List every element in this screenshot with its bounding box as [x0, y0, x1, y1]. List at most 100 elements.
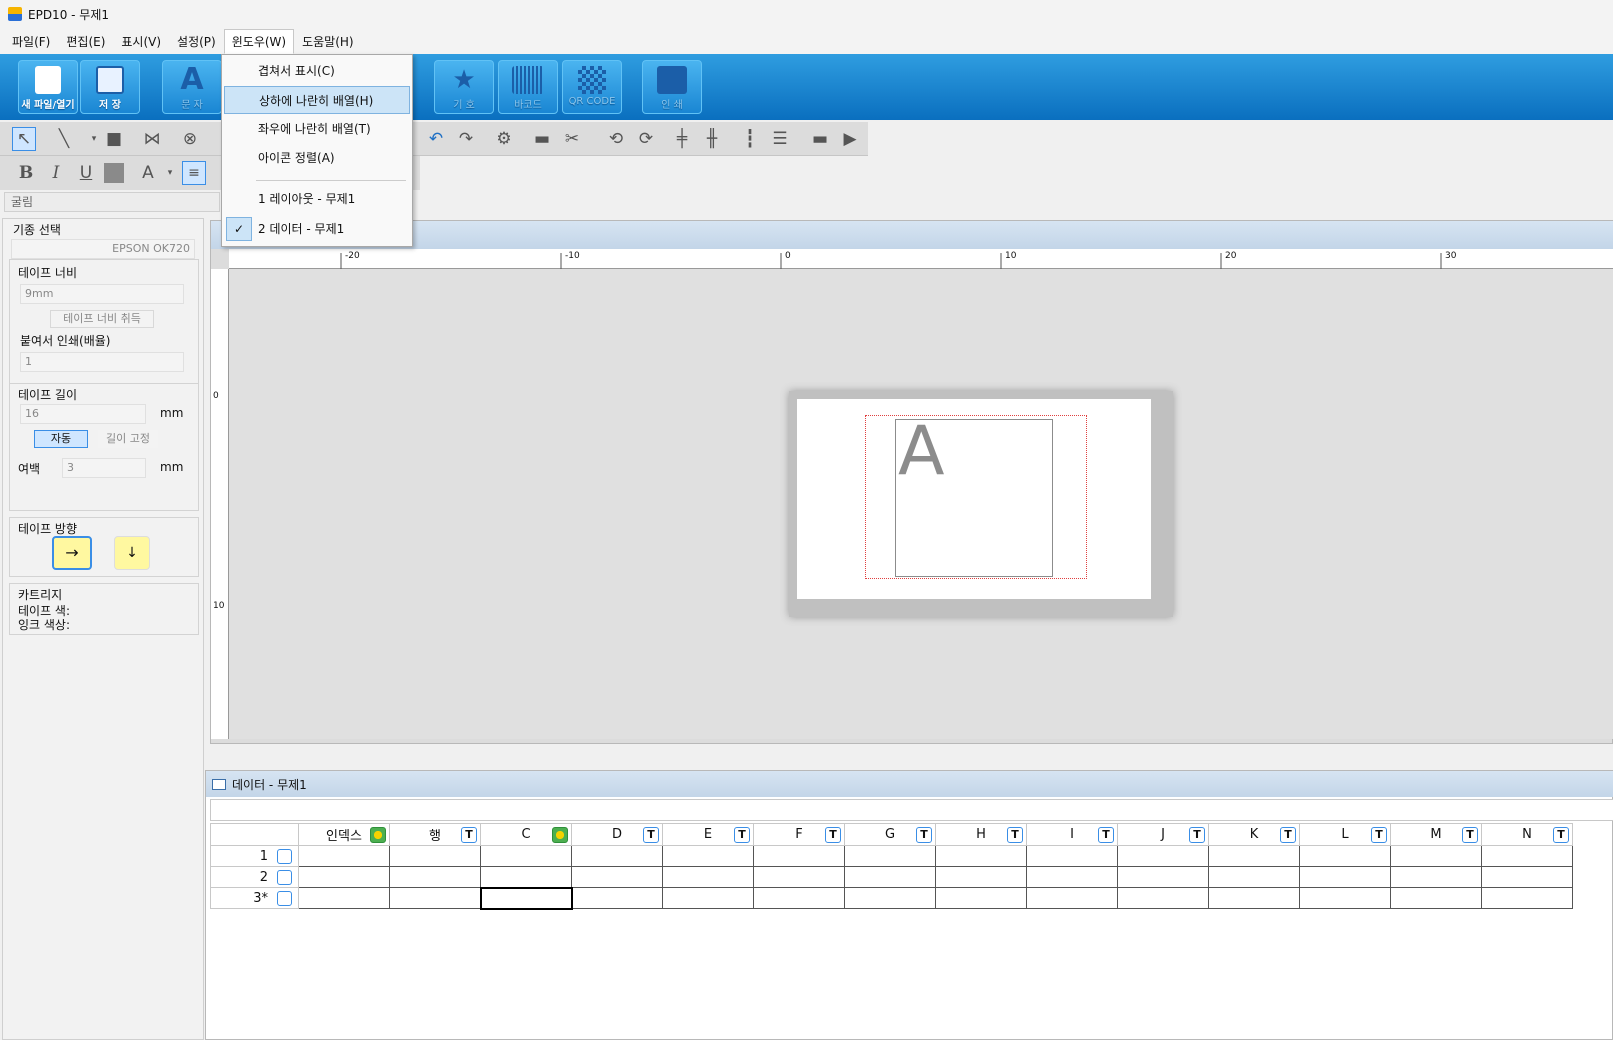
symbol-button[interactable]: ★ 기 호: [434, 60, 494, 114]
column-header[interactable]: 행T: [389, 823, 481, 846]
bold-icon[interactable]: B: [14, 161, 38, 185]
horizontal-direction-icon[interactable]: →: [52, 536, 92, 570]
grid-cell[interactable]: [1026, 887, 1118, 909]
cell-input-bar[interactable]: [210, 799, 1613, 821]
grid-cell[interactable]: [753, 866, 845, 888]
grid-cell[interactable]: [844, 887, 936, 909]
grid-cell[interactable]: [753, 887, 845, 909]
grid-cell[interactable]: [1117, 845, 1209, 867]
menu-edit[interactable]: 편집(E): [58, 29, 113, 54]
grid-cell[interactable]: [571, 887, 663, 909]
column-header[interactable]: DT: [571, 823, 663, 846]
text-type-icon[interactable]: T: [1371, 827, 1387, 843]
grid-cell[interactable]: [298, 887, 390, 909]
column-header[interactable]: GT: [844, 823, 936, 846]
grid-cell[interactable]: [1117, 887, 1209, 909]
text-type-icon[interactable]: T: [1280, 827, 1296, 843]
grid-cell[interactable]: [753, 845, 845, 867]
grid-cell[interactable]: [1390, 866, 1482, 888]
column-header[interactable]: JT: [1117, 823, 1209, 846]
grid-cell[interactable]: [662, 845, 754, 867]
highlight-icon[interactable]: [104, 163, 124, 183]
grid-cell[interactable]: [1299, 887, 1391, 909]
row-header[interactable]: 3*: [210, 887, 299, 909]
text-type-icon[interactable]: T: [1098, 827, 1114, 843]
underline-icon[interactable]: U: [74, 161, 98, 185]
menu-help[interactable]: 도움말(H): [294, 29, 362, 54]
grid-cell[interactable]: [298, 845, 390, 867]
grid-cell[interactable]: [844, 866, 936, 888]
auto-length-button[interactable]: 자동: [34, 430, 88, 448]
text-type-icon[interactable]: T: [1189, 827, 1205, 843]
grid-cell[interactable]: [571, 845, 663, 867]
column-header[interactable]: ET: [662, 823, 754, 846]
grid-cell[interactable]: [1208, 845, 1300, 867]
grid-cell[interactable]: [480, 866, 572, 888]
distribute-v-icon[interactable]: ☰: [768, 127, 792, 151]
data-grid[interactable]: 인덱스 행 T C D T E T F T G T H T I T J T K T L T M T N T 1 2 3*: [210, 823, 1573, 910]
shape-rounded-icon[interactable]: ▬: [808, 127, 832, 151]
rectangle-icon[interactable]: ■: [102, 127, 126, 151]
font-select[interactable]: 굴림: [4, 192, 220, 212]
grid-cell[interactable]: [935, 866, 1027, 888]
font-color-dropdown-icon[interactable]: ▾: [158, 161, 182, 185]
model-select[interactable]: EPSON OK720: [11, 239, 195, 259]
shape-arrow-icon[interactable]: ▶: [838, 127, 862, 151]
align-left-icon[interactable]: ≡: [182, 161, 206, 185]
menu-window[interactable]: 윈도우(W): [223, 28, 295, 54]
tape-label[interactable]: A: [797, 399, 1151, 599]
grid-cell[interactable]: [480, 845, 572, 867]
grid-cell[interactable]: [1299, 845, 1391, 867]
grid-cell[interactable]: [844, 845, 936, 867]
menu-file[interactable]: 파일(F): [4, 29, 58, 54]
font-color-icon[interactable]: A: [136, 161, 160, 185]
grid-cell[interactable]: [1481, 845, 1573, 867]
tape-length-input[interactable]: 16: [20, 404, 146, 424]
barcode-button[interactable]: 바코드: [498, 60, 558, 114]
column-header[interactable]: LT: [1299, 823, 1391, 846]
fixed-length-button[interactable]: 길이 고정: [98, 430, 158, 448]
grid-cell[interactable]: [935, 845, 1027, 867]
margin-input[interactable]: 3: [62, 458, 146, 478]
grid-cell[interactable]: [1390, 845, 1482, 867]
settings-gear-icon[interactable]: ⚙: [492, 127, 516, 151]
grid-cell[interactable]: [389, 845, 481, 867]
text-button[interactable]: A 문 자: [162, 60, 222, 114]
save-button[interactable]: 저 장: [80, 60, 140, 114]
grid-cell[interactable]: [1481, 866, 1573, 888]
menu-tile-vertical[interactable]: 좌우에 나란히 배열(T): [224, 115, 410, 143]
row-checkbox[interactable]: [277, 891, 292, 906]
text-object[interactable]: A: [895, 412, 1053, 577]
tag-icon[interactable]: ▬: [530, 127, 554, 151]
column-header[interactable]: MT: [1390, 823, 1482, 846]
redo-icon[interactable]: ↷: [454, 127, 478, 151]
grid-cell[interactable]: [1299, 866, 1391, 888]
rotate-right-icon[interactable]: ⟳: [634, 127, 658, 151]
grid-cell[interactable]: [1026, 866, 1118, 888]
text-type-icon[interactable]: T: [461, 827, 477, 843]
grid-cell[interactable]: [662, 887, 754, 909]
grid-cell[interactable]: [571, 866, 663, 888]
select-arrow-icon[interactable]: ↖: [12, 127, 36, 151]
get-tape-width-button[interactable]: 테이프 너비 취득: [50, 310, 154, 328]
counter-type-icon[interactable]: [370, 827, 386, 843]
menu-tile-horizontal[interactable]: 상하에 나란히 배열(H): [224, 86, 410, 114]
grid-cell[interactable]: [389, 887, 481, 909]
undo-icon[interactable]: ↶: [424, 127, 448, 151]
ribbon-shape-icon[interactable]: ⋈: [140, 127, 164, 151]
column-header[interactable]: C: [480, 823, 572, 846]
rotate-left-icon[interactable]: ⟲: [604, 127, 628, 151]
tape-width-select[interactable]: 9mm: [20, 284, 184, 304]
menu-view[interactable]: 표시(V): [113, 29, 169, 54]
text-type-icon[interactable]: T: [825, 827, 841, 843]
grid-cell[interactable]: [935, 887, 1027, 909]
text-type-icon[interactable]: T: [1462, 827, 1478, 843]
text-type-icon[interactable]: T: [916, 827, 932, 843]
grid-cell[interactable]: [1026, 845, 1118, 867]
text-type-icon[interactable]: T: [1007, 827, 1023, 843]
grid-cell[interactable]: [1481, 887, 1573, 909]
vertical-direction-icon[interactable]: ↓: [114, 536, 150, 570]
column-header[interactable]: HT: [935, 823, 1027, 846]
column-header[interactable]: 인덱스: [298, 823, 390, 846]
grid-cell[interactable]: [298, 866, 390, 888]
